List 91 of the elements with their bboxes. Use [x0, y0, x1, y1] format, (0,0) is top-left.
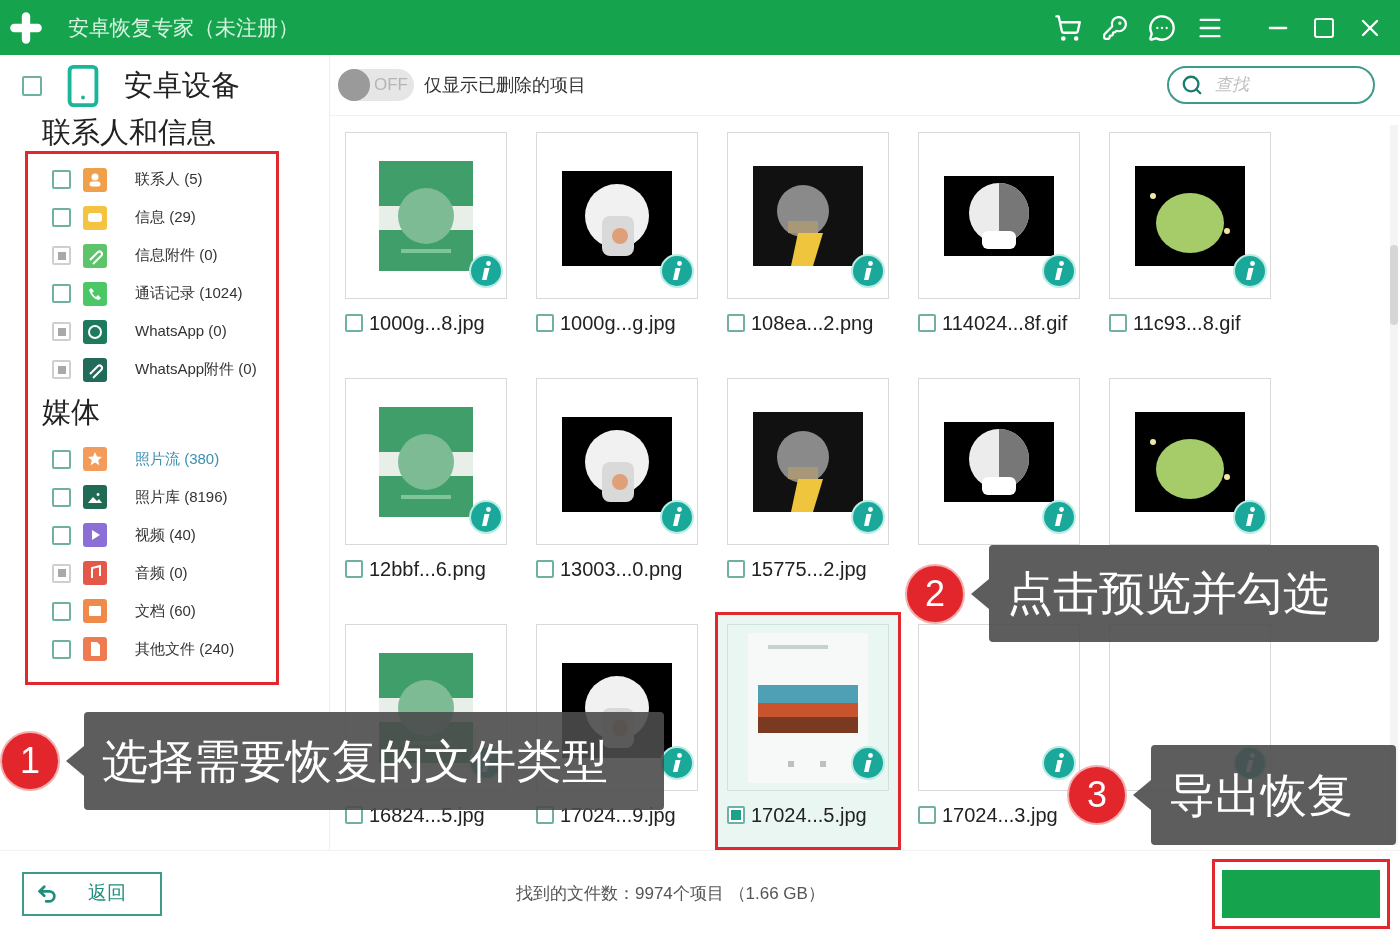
- file-name: 17024...3.jpg: [942, 802, 1058, 828]
- back-arrow-icon: [36, 882, 58, 905]
- category-label: 信息 (29): [135, 207, 196, 228]
- category-label: 音频 (0): [135, 562, 188, 583]
- category-item[interactable]: 文档 (60): [22, 592, 329, 630]
- search-icon: [1181, 74, 1203, 96]
- checkbox[interactable]: [727, 313, 745, 332]
- thumbnail-frame[interactable]: [918, 378, 1080, 545]
- callout-tooltip: 选择需要恢复的文件类型: [84, 712, 664, 810]
- thumbnail-frame[interactable]: [345, 378, 507, 545]
- category-item[interactable]: 信息 (29): [22, 198, 329, 237]
- checkbox[interactable]: [727, 805, 745, 824]
- cart-icon[interactable]: [1054, 13, 1082, 42]
- checkbox[interactable]: [22, 76, 42, 96]
- checkbox[interactable]: [727, 559, 745, 578]
- checkbox[interactable]: [1109, 313, 1127, 332]
- filter-label: 仅显示已删除的项目: [424, 73, 586, 97]
- category-label: 其他文件 (240): [135, 638, 235, 659]
- step-badge-tooltip: 3: [1067, 765, 1127, 825]
- file-name: 1000g...g.jpg: [560, 310, 676, 336]
- checkbox[interactable]: [52, 170, 71, 189]
- thumbnail-frame[interactable]: [1109, 132, 1271, 299]
- pointer-tooltip: [66, 746, 84, 776]
- thumbnail-frame[interactable]: [918, 624, 1080, 791]
- info-icon[interactable]: [660, 500, 694, 534]
- file-name: 12bbf...6.png: [369, 556, 486, 582]
- file-name: 15775...2.jpg: [751, 556, 867, 582]
- thumbnail-frame[interactable]: [1109, 378, 1271, 545]
- category-item[interactable]: 照片库 (8196): [22, 478, 329, 516]
- category-label: WhatsApp (0): [135, 321, 227, 342]
- file-name: 114024...8f.gif: [942, 310, 1068, 336]
- category-label: 联系人 (5): [135, 169, 203, 190]
- group-title: 联系人和信息: [41, 115, 217, 150]
- key-icon[interactable]: [1102, 14, 1128, 41]
- category-label: 文档 (60): [135, 600, 196, 621]
- maximize-icon[interactable]: [1312, 15, 1336, 40]
- category-item[interactable]: 照片流 (380): [22, 440, 329, 478]
- checkbox[interactable]: [52, 284, 71, 303]
- category-label: 视频 (40): [135, 524, 196, 545]
- thumbnail-frame[interactable]: [918, 132, 1080, 299]
- device-title: 安卓设备: [124, 68, 240, 104]
- window-title: 安卓恢复专家（未注册）: [68, 14, 299, 41]
- info-icon[interactable]: [851, 254, 885, 288]
- pointer-tooltip: [971, 578, 989, 609]
- checkbox[interactable]: [52, 639, 71, 659]
- checkbox[interactable]: [345, 559, 363, 578]
- checkbox[interactable]: [52, 208, 71, 227]
- checkbox[interactable]: [52, 487, 71, 507]
- callout-tooltip: 导出恢复: [1151, 745, 1396, 845]
- search-field[interactable]: 查找: [1167, 66, 1375, 104]
- checkbox[interactable]: [536, 559, 554, 578]
- file-name: 13003...0.png: [560, 556, 683, 582]
- category-item[interactable]: 其他文件 (240): [22, 630, 329, 668]
- checkbox[interactable]: [52, 601, 71, 621]
- info-icon[interactable]: [1233, 500, 1267, 534]
- file-name: 1000g...8.jpg: [369, 310, 485, 336]
- category-item[interactable]: 视频 (40): [22, 516, 329, 554]
- checkbox[interactable]: [536, 313, 554, 332]
- back-button[interactable]: 返回: [22, 871, 162, 916]
- info-icon[interactable]: [851, 500, 885, 534]
- category-label: 通话记录 (1024): [135, 283, 243, 304]
- step-badge-tooltip: 2: [905, 563, 965, 624]
- category-item[interactable]: 联系人 (5): [22, 160, 329, 199]
- callout-tooltip: 点击预览并勾选: [989, 545, 1379, 642]
- checkbox[interactable]: [52, 525, 71, 545]
- checkbox[interactable]: [918, 805, 936, 824]
- category-label: 照片库 (8196): [135, 486, 228, 507]
- checkbox[interactable]: [918, 313, 936, 332]
- thumbnail-frame[interactable]: [727, 132, 889, 299]
- file-name: 11c93...8.gif: [1133, 310, 1241, 336]
- status-text: 找到的文件数：9974个项目 （1.66 GB）: [516, 882, 825, 905]
- info-icon[interactable]: [1233, 254, 1267, 288]
- checkbox[interactable]: [345, 313, 363, 332]
- thumbnail-frame[interactable]: [536, 132, 698, 299]
- category-label: 照片流 (380): [135, 448, 220, 469]
- category-label: 信息附件 (0): [135, 245, 218, 266]
- category-label: WhatsApp附件 (0): [135, 359, 257, 380]
- recover-button[interactable]: [1222, 869, 1380, 918]
- pointer-tooltip: [1133, 780, 1151, 810]
- thumbnail-frame[interactable]: [536, 378, 698, 545]
- group-title: 媒体: [41, 394, 101, 430]
- info-icon[interactable]: [660, 254, 694, 288]
- step-badge-tooltip: 1: [0, 731, 60, 791]
- checkbox[interactable]: [52, 449, 71, 469]
- thumbnail-frame[interactable]: [345, 132, 507, 299]
- file-name: 17024...5.jpg: [751, 802, 867, 828]
- file-name: 108ea...2.png: [751, 310, 874, 336]
- chat-icon[interactable]: [1148, 13, 1176, 42]
- category-item[interactable]: 通话记录 (1024): [22, 274, 329, 313]
- thumbnail-frame[interactable]: [727, 378, 889, 545]
- thumbnail-frame[interactable]: [727, 624, 889, 791]
